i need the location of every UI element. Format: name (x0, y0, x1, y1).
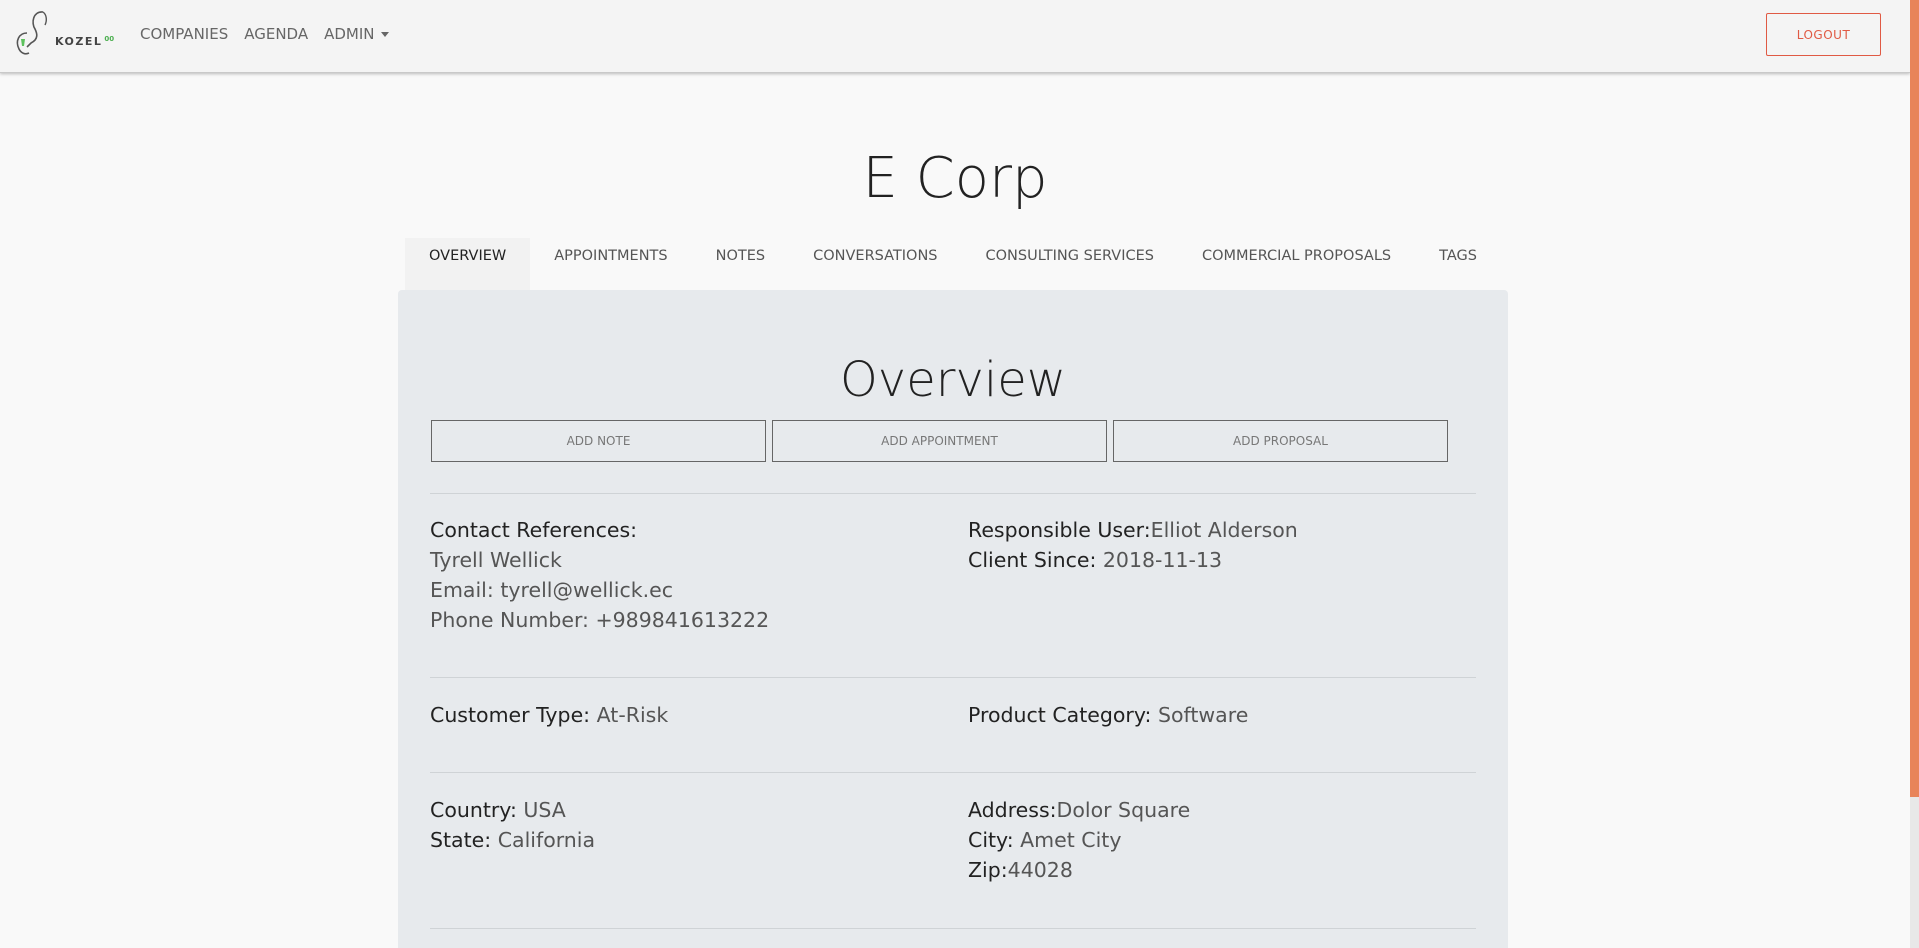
contact-name: Tyrell Wellick (430, 548, 562, 572)
client-since: 2018-11-13 (1102, 548, 1223, 572)
brand-logo[interactable]: KOZEL 00 (13, 9, 119, 61)
top-navbar: KOZEL 00 COMPANIES AGENDA ADMIN LOGOUT (0, 0, 1910, 73)
responsible-user: Elliot Alderson (1150, 518, 1298, 542)
nav-admin-dropdown[interactable]: ADMIN (324, 25, 389, 43)
company-tabs: OVERVIEW APPOINTMENTS NOTES CONVERSATION… (398, 238, 1508, 290)
zip-row: Zip:44028 (968, 858, 1073, 882)
contact-references: Contact References: Tyrell Wellick Email… (430, 515, 769, 635)
tab-tags[interactable]: TAGS (1415, 238, 1501, 290)
contact-label: Contact References: (430, 518, 638, 542)
logout-button[interactable]: LOGOUT (1766, 13, 1881, 56)
customer-type-row: Customer Type: At-Risk (430, 703, 669, 727)
scrollbar-track[interactable] (1910, 0, 1919, 948)
company-title: E Corp (862, 146, 1048, 211)
contact-phone-row: Phone Number: +989841613222 (430, 608, 770, 632)
divider (430, 928, 1476, 929)
address-info: Address:Dolor Square City: Amet City Zip… (968, 795, 1190, 885)
tab-notes[interactable]: NOTES (692, 238, 789, 290)
panel-title: Overview (840, 352, 1066, 408)
state-row: State: California (430, 828, 596, 852)
customer-type: At-Risk (596, 703, 669, 727)
main-nav: COMPANIES AGENDA ADMIN (140, 25, 405, 43)
brand-name: KOZEL 00 (55, 35, 115, 48)
product-category: Software (1157, 703, 1249, 727)
address: Dolor Square (1056, 798, 1191, 822)
divider (430, 677, 1476, 678)
tab-consulting-services[interactable]: CONSULTING SERVICES (962, 238, 1178, 290)
address-row: Address:Dolor Square (968, 798, 1191, 822)
add-proposal-button[interactable]: ADD PROPOSAL (1113, 420, 1448, 462)
nav-admin-label: ADMIN (324, 25, 375, 43)
divider (430, 493, 1476, 494)
city-row: City: Amet City (968, 828, 1122, 852)
nav-companies[interactable]: COMPANIES (140, 25, 228, 43)
action-buttons: ADD NOTE ADD APPOINTMENT ADD PROPOSAL (431, 420, 1448, 462)
tab-overview[interactable]: OVERVIEW (405, 238, 531, 290)
scrollbar-thumb[interactable] (1910, 0, 1919, 797)
location-info: Country: USA State: California (430, 795, 595, 855)
country-row: Country: USA (430, 798, 566, 822)
overview-panel: Overview ADD NOTE ADD APPOINTMENT ADD PR… (398, 290, 1508, 948)
product-category-row: Product Category: Software (968, 703, 1249, 727)
tab-conversations[interactable]: CONVERSATIONS (789, 238, 961, 290)
elephant-icon (16, 11, 48, 55)
contact-phone: +989841613222 (595, 608, 770, 632)
responsible-user-row: Responsible User:Elliot Alderson (968, 518, 1298, 542)
nav-agenda[interactable]: AGENDA (244, 25, 308, 43)
country: USA (523, 798, 566, 822)
responsible-info: Responsible User:Elliot Alderson Client … (968, 515, 1298, 575)
client-since-row: Client Since: 2018-11-13 (968, 548, 1223, 572)
tab-commercial-proposals[interactable]: COMMERCIAL PROPOSALS (1178, 238, 1415, 290)
contact-email-row: Email: tyrell@wellick.ec (430, 578, 673, 602)
zip: 44028 (1007, 858, 1073, 882)
caret-down-icon (380, 32, 389, 37)
contact-email: tyrell@wellick.ec (500, 578, 673, 602)
divider (430, 772, 1476, 773)
city: Amet City (1020, 828, 1122, 852)
add-note-button[interactable]: ADD NOTE (431, 420, 766, 462)
tab-appointments[interactable]: APPOINTMENTS (530, 238, 691, 290)
add-appointment-button[interactable]: ADD APPOINTMENT (772, 420, 1107, 462)
state: California (497, 828, 596, 852)
